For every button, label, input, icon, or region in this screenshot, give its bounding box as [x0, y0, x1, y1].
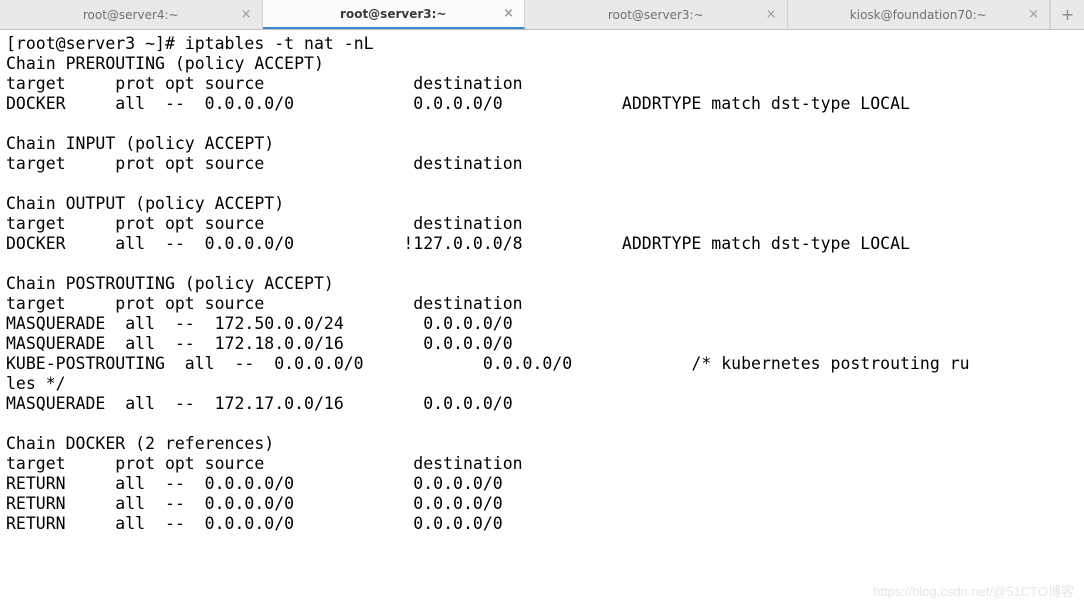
tab-bar: root@server4:~ × root@server3:~ × root@s…: [0, 0, 1084, 30]
tab-label: root@server3:~: [340, 7, 446, 21]
close-icon[interactable]: ×: [241, 7, 252, 22]
output-line: Chain DOCKER (2 references): [6, 434, 274, 453]
close-icon[interactable]: ×: [766, 7, 777, 22]
output-line: target prot opt source destination: [6, 74, 612, 93]
output-line: Chain POSTROUTING (policy ACCEPT): [6, 274, 334, 293]
prompt: [root@server3 ~]#: [6, 34, 185, 53]
tab-server4[interactable]: root@server4:~ ×: [0, 0, 263, 29]
new-tab-button[interactable]: +: [1050, 0, 1084, 29]
plus-icon: +: [1061, 5, 1074, 24]
output-line: MASQUERADE all -- 172.17.0.0/16 0.0.0.0/…: [6, 394, 622, 413]
output-line: target prot opt source destination: [6, 154, 612, 173]
output-line: Chain INPUT (policy ACCEPT): [6, 134, 274, 153]
output-line: KUBE-POSTROUTING all -- 0.0.0.0/0 0.0.0.…: [6, 354, 970, 373]
tab-label: kiosk@foundation70:~: [850, 8, 987, 22]
output-line: Chain OUTPUT (policy ACCEPT): [6, 194, 284, 213]
close-icon[interactable]: ×: [503, 6, 514, 21]
output-line: MASQUERADE all -- 172.50.0.0/24 0.0.0.0/…: [6, 314, 622, 333]
terminal-output[interactable]: [root@server3 ~]# iptables -t nat -nL Ch…: [0, 30, 1084, 534]
tab-label: root@server4:~: [83, 8, 179, 22]
output-line: Chain PREROUTING (policy ACCEPT): [6, 54, 324, 73]
output-line: DOCKER all -- 0.0.0.0/0 0.0.0.0/0 ADDRTY…: [6, 94, 910, 113]
output-line: RETURN all -- 0.0.0.0/0 0.0.0.0/0: [6, 494, 612, 513]
output-line: les */: [6, 374, 66, 393]
watermark: https://blog.csdn.net/@51CTO博客: [873, 581, 1074, 600]
output-line: target prot opt source destination: [6, 294, 612, 313]
tab-server3-active[interactable]: root@server3:~ ×: [263, 0, 526, 29]
output-line: target prot opt source destination: [6, 214, 612, 233]
tab-server3[interactable]: root@server3:~ ×: [525, 0, 788, 29]
output-line: RETURN all -- 0.0.0.0/0 0.0.0.0/0: [6, 474, 612, 493]
close-icon[interactable]: ×: [1028, 7, 1039, 22]
output-line: MASQUERADE all -- 172.18.0.0/16 0.0.0.0/…: [6, 334, 622, 353]
output-line: RETURN all -- 0.0.0.0/0 0.0.0.0/0: [6, 514, 612, 533]
output-line: target prot opt source destination: [6, 454, 612, 473]
tab-foundation70[interactable]: kiosk@foundation70:~ ×: [788, 0, 1051, 29]
command: iptables -t nat -nL: [185, 34, 374, 53]
output-line: DOCKER all -- 0.0.0.0/0 !127.0.0.0/8 ADD…: [6, 234, 910, 253]
tab-label: root@server3:~: [608, 8, 704, 22]
